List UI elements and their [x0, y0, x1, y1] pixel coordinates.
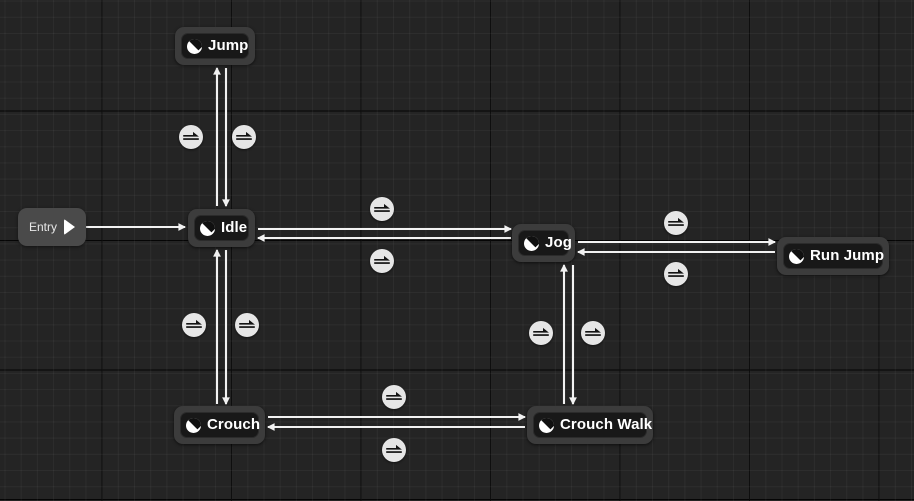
transition-arrow-glyph — [533, 327, 549, 336]
transition-rule-icon-jump-to-idle[interactable] — [232, 125, 256, 149]
state-node-label: Jump — [208, 37, 249, 54]
state-node-label: Idle — [221, 219, 248, 236]
transition-rule-icon-crouch-to-cwalk[interactable] — [382, 385, 406, 409]
state-node-idle[interactable]: Idle — [188, 209, 255, 247]
transition-arrow-glyph — [668, 268, 684, 277]
transition-rule-icon-idle-to-crouch[interactable] — [235, 313, 259, 337]
state-node-body: Idle — [194, 215, 249, 241]
transition-arrow-glyph — [374, 203, 390, 212]
transition-arrow-glyph — [186, 319, 202, 328]
state-node-jog[interactable]: Jog — [512, 224, 575, 262]
state-node-jump[interactable]: Jump — [175, 27, 255, 65]
state-node-label: Jog — [545, 234, 572, 251]
state-node-crouch[interactable]: Crouch — [174, 406, 265, 444]
transition-arrow-glyph — [236, 131, 252, 140]
transition-arrow-glyph — [183, 131, 199, 140]
transition-rule-icon-jog-to-cwalk[interactable] — [581, 321, 605, 345]
persona-state-icon — [186, 417, 201, 433]
transition-arrow-glyph — [374, 255, 390, 264]
state-node-run-jump[interactable]: Run Jump — [777, 237, 889, 275]
state-node-body: Jump — [181, 33, 249, 59]
state-node-crouch-walk[interactable]: Crouch Walk — [527, 406, 653, 444]
persona-state-icon — [187, 38, 202, 54]
state-node-body: Crouch — [180, 412, 261, 438]
transition-rule-icon-idle-to-jump[interactable] — [179, 125, 203, 149]
state-node-label: Crouch Walk — [560, 416, 653, 433]
transition-arrow-glyph — [239, 319, 255, 328]
persona-state-icon — [200, 220, 215, 236]
transition-arrow-glyph — [386, 444, 402, 453]
persona-state-icon — [539, 417, 554, 433]
transition-rule-icon-cwalk-to-jog[interactable] — [529, 321, 553, 345]
play-triangle-icon — [64, 219, 75, 235]
state-node-body: Run Jump — [783, 243, 885, 269]
state-node-label: Run Jump — [810, 247, 885, 264]
state-machine-graph-canvas[interactable]: Entry Jump Idle Jog Run Jump Crouch Crouch Wa… — [0, 0, 914, 501]
transition-rule-icon-crouch-to-idle[interactable] — [182, 313, 206, 337]
transition-arrow-glyph — [585, 327, 601, 336]
transition-rule-icon-run-jump-to-jog[interactable] — [664, 262, 688, 286]
transition-rule-icon-jog-to-idle[interactable] — [370, 249, 394, 273]
persona-state-icon — [524, 235, 539, 251]
state-node-body: Crouch Walk — [533, 412, 652, 438]
transition-rule-icon-jog-to-run-jump[interactable] — [664, 211, 688, 235]
entry-label: Entry — [28, 220, 57, 234]
transition-arrow-glyph — [386, 391, 402, 400]
transition-rule-icon-cwalk-to-crouch[interactable] — [382, 438, 406, 462]
entry-node[interactable]: Entry — [18, 208, 86, 246]
state-node-body: Jog — [518, 230, 572, 256]
persona-state-icon — [789, 248, 804, 264]
state-node-label: Crouch — [207, 416, 261, 433]
transition-rule-icon-idle-to-jog[interactable] — [370, 197, 394, 221]
transition-arrow-glyph — [668, 217, 684, 226]
